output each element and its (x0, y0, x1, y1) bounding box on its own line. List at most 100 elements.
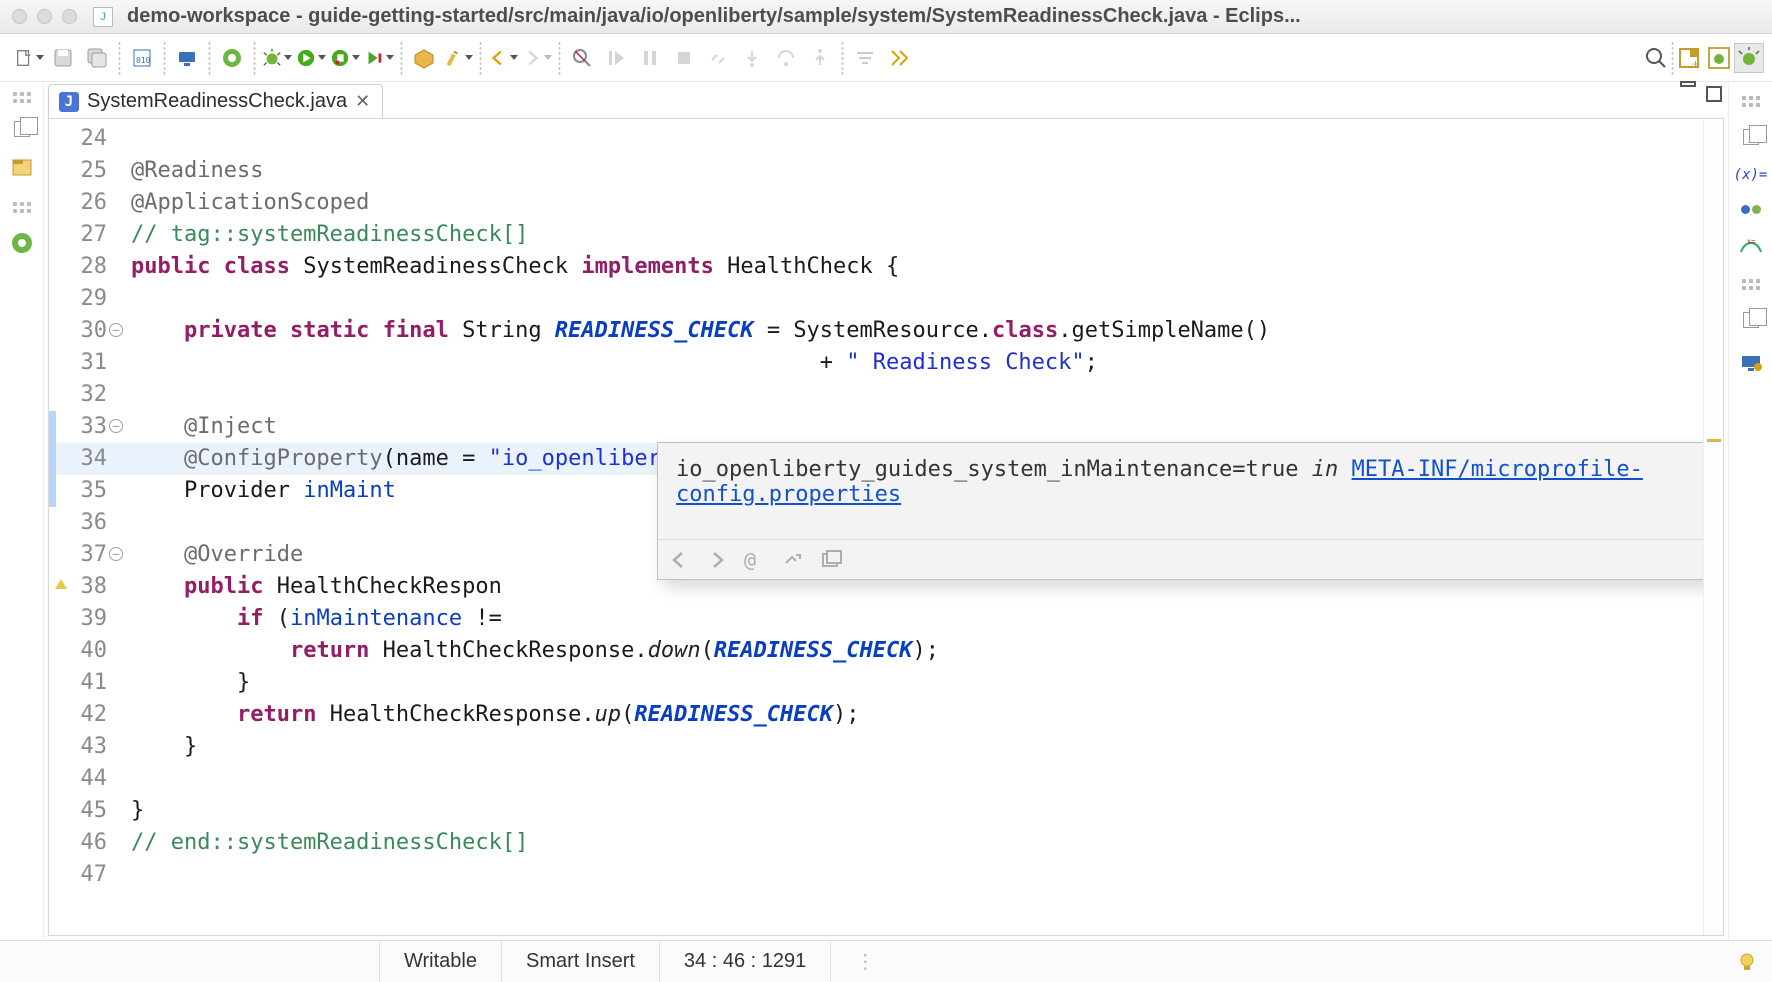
binary-view-button[interactable]: 010 (127, 43, 157, 73)
code-line[interactable]: @Inject (121, 411, 1703, 443)
save-button[interactable] (48, 43, 78, 73)
hover-toolbar: @ (658, 539, 1714, 579)
debug-step-return-button[interactable] (805, 43, 835, 73)
drag-handle-icon[interactable] (13, 92, 31, 103)
expressions-view-icon[interactable]: x= (1739, 236, 1763, 257)
debug-step-into-button[interactable] (737, 43, 767, 73)
code-line[interactable]: } (121, 731, 1703, 763)
debug-step-over-button[interactable] (771, 43, 801, 73)
line-number: 25 (49, 155, 121, 187)
line-number: 37– (49, 539, 121, 571)
new-button[interactable] (14, 43, 44, 73)
line-number: 32 (49, 379, 121, 411)
editor-tab-label: SystemReadinessCheck.java (87, 90, 347, 113)
status-left-spacer (0, 941, 380, 982)
code-line[interactable]: // tag::systemReadinessCheck[] (121, 219, 1703, 251)
line-number: 27 (49, 219, 121, 251)
zoom-reset-button[interactable] (567, 43, 597, 73)
hover-at-icon[interactable]: @ (744, 549, 766, 571)
server-button[interactable] (172, 43, 202, 73)
hover-in-word: in (1299, 457, 1352, 482)
debug-button[interactable] (262, 43, 292, 73)
hover-open-in-editor-icon[interactable] (820, 549, 842, 571)
restore-view-icon[interactable] (14, 121, 30, 137)
run-button[interactable] (296, 43, 326, 73)
tip-bulb-icon[interactable] (1736, 951, 1758, 973)
code-line[interactable]: @ApplicationScoped (121, 187, 1703, 219)
code-line[interactable]: return HealthCheckResponse.up(READINESS_… (121, 699, 1703, 731)
debug-disconnect-button[interactable] (703, 43, 733, 73)
overview-ruler[interactable] (1703, 119, 1723, 935)
code-line[interactable]: // end::systemReadinessCheck[] (121, 827, 1703, 859)
left-trim-bar (0, 82, 44, 940)
code-line[interactable]: private static final String READINESS_CH… (121, 315, 1703, 347)
hover-back-icon[interactable] (668, 549, 690, 571)
debug-perspective-button[interactable] (1704, 43, 1734, 73)
code-line[interactable]: } (121, 667, 1703, 699)
drag-handle-icon[interactable] (1742, 96, 1760, 107)
servers-view-icon[interactable] (1739, 350, 1763, 377)
restore-view-icon[interactable] (1743, 312, 1759, 328)
window-close-icon[interactable] (12, 9, 27, 24)
status-writable: Writable (380, 941, 502, 982)
coverage-button[interactable] (330, 43, 360, 73)
debug-stop-button[interactable] (669, 43, 699, 73)
line-number: 31 (49, 347, 121, 379)
code-line[interactable]: return HealthCheckResponse.down(READINES… (121, 635, 1703, 667)
code-line[interactable]: @Readiness (121, 155, 1703, 187)
minimize-editor-icon[interactable] (1680, 81, 1696, 87)
status-cursor-position: 34 : 46 : 1291 (660, 941, 831, 982)
code-line[interactable] (121, 763, 1703, 795)
code-line[interactable] (121, 123, 1703, 155)
search-button[interactable] (1641, 43, 1671, 73)
restore-view-icon[interactable] (1743, 129, 1759, 145)
code-line[interactable]: public class SystemReadinessCheck implem… (121, 251, 1703, 283)
line-number: 39 (49, 603, 121, 635)
open-type-button[interactable] (409, 43, 439, 73)
status-insert-mode: Smart Insert (502, 941, 660, 982)
code-line[interactable]: if (inMaintenance != (121, 603, 1703, 635)
tab-close-icon[interactable]: ✕ (355, 91, 370, 112)
line-number: 41 (49, 667, 121, 699)
breakpoints-view-icon[interactable] (1741, 205, 1761, 214)
ruler-warning-mark[interactable] (1707, 439, 1721, 442)
debug-pause-button[interactable] (635, 43, 665, 73)
run-last-button[interactable] (364, 43, 394, 73)
editor-tab-active[interactable]: J SystemReadinessCheck.java ✕ (48, 84, 383, 118)
code-line[interactable]: } (121, 795, 1703, 827)
hover-forward-icon[interactable] (706, 549, 728, 571)
paint-button[interactable] (443, 43, 473, 73)
main-toolbar: 010 (0, 34, 1772, 82)
variables-view-icon[interactable]: (x)= (1734, 167, 1768, 183)
drag-handle-icon[interactable] (1742, 279, 1760, 290)
nav-forward-button[interactable] (522, 43, 552, 73)
maximize-editor-icon[interactable] (1706, 86, 1722, 102)
open-perspective-button[interactable]: + (1674, 43, 1704, 73)
window-minimize-icon[interactable] (37, 9, 52, 24)
code-line[interactable] (121, 859, 1703, 891)
code-line[interactable]: + " Readiness Check"; (121, 347, 1703, 379)
debug-resume-button[interactable] (601, 43, 631, 73)
package-explorer-icon[interactable] (10, 155, 34, 184)
window-title: demo-workspace - guide-getting-started/s… (127, 5, 1301, 28)
drag-handle-icon[interactable] (13, 202, 31, 213)
code-editor[interactable]: 24252627282930–313233–34353637–383940414… (48, 118, 1724, 936)
expression-eval-button[interactable] (884, 43, 914, 73)
nav-back-button[interactable] (488, 43, 518, 73)
liberty-button[interactable] (217, 43, 247, 73)
svg-text:+: + (1692, 57, 1699, 70)
editor-tab-controls (1680, 86, 1722, 102)
window-zoom-icon[interactable] (62, 9, 77, 24)
hover-open-declaration-icon[interactable] (782, 549, 804, 571)
step-filters-button[interactable] (850, 43, 880, 73)
hover-tooltip: io_openliberty_guides_system_inMaintenan… (657, 442, 1715, 580)
svg-text:010: 010 (136, 56, 151, 65)
line-number: 35 (49, 475, 121, 507)
code-line[interactable] (121, 379, 1703, 411)
line-number: 44 (49, 763, 121, 795)
code-line[interactable] (121, 283, 1703, 315)
liberty-view-icon[interactable] (10, 231, 34, 260)
debug-perspective-active-button[interactable] (1734, 43, 1764, 73)
window-titlebar: J demo-workspace - guide-getting-started… (0, 0, 1772, 34)
save-all-button[interactable] (82, 43, 112, 73)
